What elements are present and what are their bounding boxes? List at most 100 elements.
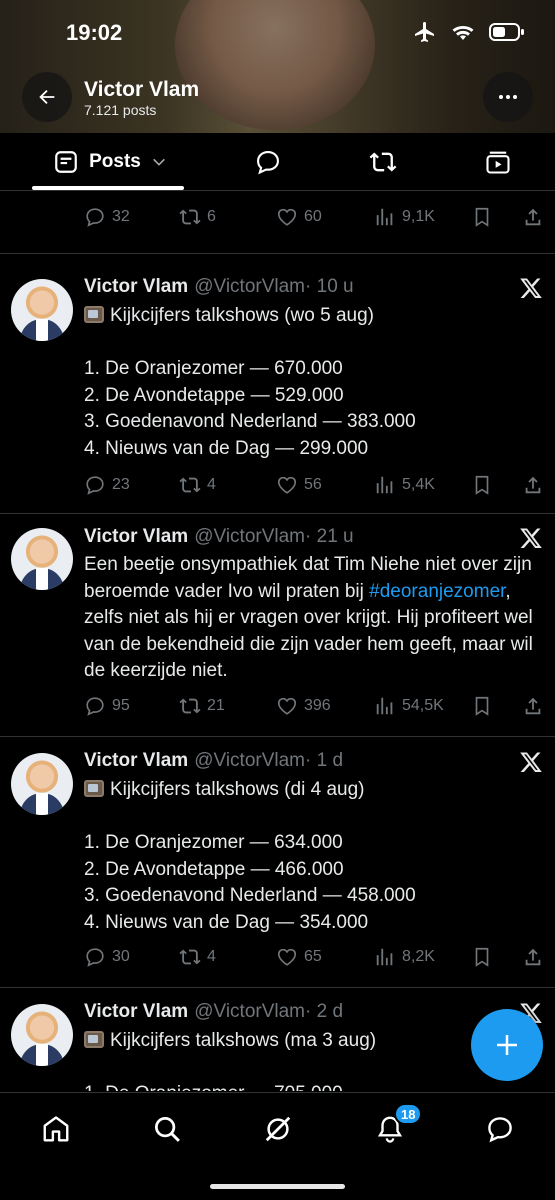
- wifi-icon: [452, 25, 474, 40]
- battery-icon: [489, 23, 524, 41]
- search-icon: [155, 1117, 180, 1142]
- author-handle[interactable]: @VictorVlam: [194, 1001, 305, 1022]
- retweet-button[interactable]: 4: [179, 946, 216, 968]
- home-indicator[interactable]: [210, 1184, 345, 1189]
- bookmark-button[interactable]: [471, 474, 499, 496]
- tweet[interactable]: Victor Vlam @VictorVlam· 10 u Kijkcijfers…: [0, 254, 555, 514]
- retweet-icon: [179, 698, 201, 714]
- tweet-time[interactable]: · 2 d: [305, 1001, 343, 1022]
- nav-home[interactable]: [36, 1109, 76, 1149]
- avatar[interactable]: [11, 1004, 73, 1066]
- author-handle[interactable]: @VictorVlam: [194, 750, 305, 771]
- like-button[interactable]: 60: [276, 206, 322, 228]
- tweet-header: Victor Vlam @VictorVlam· 10 u: [84, 276, 354, 298]
- reply-button[interactable]: 95: [84, 695, 130, 717]
- avatar[interactable]: [11, 528, 73, 590]
- share-button[interactable]: [522, 946, 550, 968]
- ranking-line: 1. De Oranjezomer — 670.000: [84, 358, 343, 379]
- chevron-down-icon: [152, 158, 165, 166]
- timeline: 32 6 60 9,1K Victor Vlam @VictorVlam· 10…: [0, 191, 555, 1091]
- retweet-count: 21: [207, 697, 225, 714]
- airplane-icon: [415, 22, 434, 42]
- tweet-time[interactable]: · 21 u: [305, 526, 354, 547]
- heart-icon: [277, 697, 297, 715]
- retweet-button[interactable]: 21: [179, 695, 225, 717]
- reply-icon: [86, 697, 104, 716]
- more-button[interactable]: [483, 72, 533, 122]
- ranking-line: 3. Goedenavond Nederland — 383.000: [84, 411, 416, 432]
- previous-tweet[interactable]: 32 6 60 9,1K: [0, 191, 555, 254]
- tweet-header: Victor Vlam @VictorVlam· 1 d: [84, 750, 343, 772]
- like-button[interactable]: 396: [276, 695, 331, 717]
- tab-replies[interactable]: [248, 133, 288, 191]
- views-button[interactable]: 54,5K: [374, 695, 444, 717]
- reply-button[interactable]: 30: [84, 946, 130, 968]
- share-button[interactable]: [522, 206, 550, 228]
- share-button[interactable]: [522, 695, 550, 717]
- share-button[interactable]: [522, 474, 550, 496]
- author-name[interactable]: Victor Vlam: [84, 276, 188, 297]
- nav-grok[interactable]: [258, 1109, 298, 1149]
- tweet-text: Kijkcijfers talkshows (di 4 aug) 1. De O…: [84, 777, 539, 936]
- like-count: 396: [304, 697, 331, 714]
- tweet-header: Victor Vlam @VictorVlam· 2 d: [84, 1001, 343, 1023]
- television-emoji-icon: [84, 1031, 104, 1048]
- reply-count: 95: [112, 697, 130, 714]
- tab-media[interactable]: [478, 133, 518, 191]
- bookmark-button[interactable]: [471, 946, 499, 968]
- views-button[interactable]: 5,4K: [374, 474, 435, 496]
- tab-posts[interactable]: Posts: [30, 133, 190, 191]
- reply-button[interactable]: 32: [84, 206, 130, 228]
- tweet-actions: 23 4 56 5,4K: [84, 472, 544, 498]
- author-handle[interactable]: @VictorVlam: [194, 276, 305, 297]
- retweet-icon: [179, 209, 201, 225]
- back-button[interactable]: [22, 72, 72, 122]
- retweet-button[interactable]: 4: [179, 474, 216, 496]
- avatar[interactable]: [11, 279, 73, 341]
- bookmark-icon: [475, 696, 489, 716]
- retweet-button[interactable]: 6: [179, 206, 216, 228]
- tweet[interactable]: Victor Vlam @VictorVlam· 1 d Kijkcijfers …: [0, 737, 555, 988]
- views-button[interactable]: 8,2K: [374, 946, 435, 968]
- author-name[interactable]: Victor Vlam: [84, 526, 188, 547]
- share-icon: [525, 697, 541, 715]
- tab-reposts[interactable]: [363, 133, 403, 191]
- tweet-time[interactable]: · 10 u: [305, 276, 354, 297]
- bookmark-button[interactable]: [471, 695, 499, 717]
- tweet-title: Kijkcijfers talkshows (wo 5 aug): [110, 305, 374, 326]
- tweet[interactable]: Victor Vlam @VictorVlam· 21 u Een beetje …: [0, 514, 555, 737]
- share-icon: [525, 208, 541, 226]
- bookmark-icon: [475, 475, 489, 495]
- ranking-line: 2. De Avondetappe — 529.000: [84, 384, 344, 406]
- like-button[interactable]: 65: [276, 946, 322, 968]
- like-button[interactable]: 56: [276, 474, 322, 496]
- author-name[interactable]: Victor Vlam: [84, 750, 188, 771]
- status-time: 19:02: [66, 20, 123, 45]
- bookmark-button[interactable]: [471, 206, 499, 228]
- share-icon: [525, 476, 541, 494]
- television-emoji-icon: [84, 306, 104, 323]
- retweet-count: 4: [207, 948, 216, 965]
- tab-posts-label: Posts: [89, 151, 141, 172]
- views-button[interactable]: 9,1K: [374, 206, 435, 228]
- reply-count: 30: [112, 948, 130, 965]
- x-logo-icon: [520, 752, 542, 772]
- nav-search[interactable]: [147, 1109, 187, 1149]
- like-count: 56: [304, 476, 322, 493]
- x-logo-icon: [520, 528, 542, 548]
- author-name[interactable]: Victor Vlam: [84, 1001, 188, 1022]
- hashtag-link[interactable]: #deoranjezomer: [369, 581, 505, 602]
- status-bar: 19:02: [0, 0, 555, 66]
- reply-icon: [86, 948, 104, 967]
- views-icon: [376, 208, 393, 226]
- avatar[interactable]: [11, 753, 73, 815]
- author-handle[interactable]: @VictorVlam: [194, 526, 305, 547]
- repost-icon: [369, 152, 397, 172]
- compose-button[interactable]: [471, 1009, 543, 1081]
- share-icon: [525, 948, 541, 966]
- television-emoji-icon: [84, 780, 104, 797]
- nav-messages[interactable]: [480, 1109, 520, 1149]
- tweet-time[interactable]: · 1 d: [305, 750, 343, 771]
- reply-count: 32: [112, 208, 130, 225]
- reply-button[interactable]: 23: [84, 474, 130, 496]
